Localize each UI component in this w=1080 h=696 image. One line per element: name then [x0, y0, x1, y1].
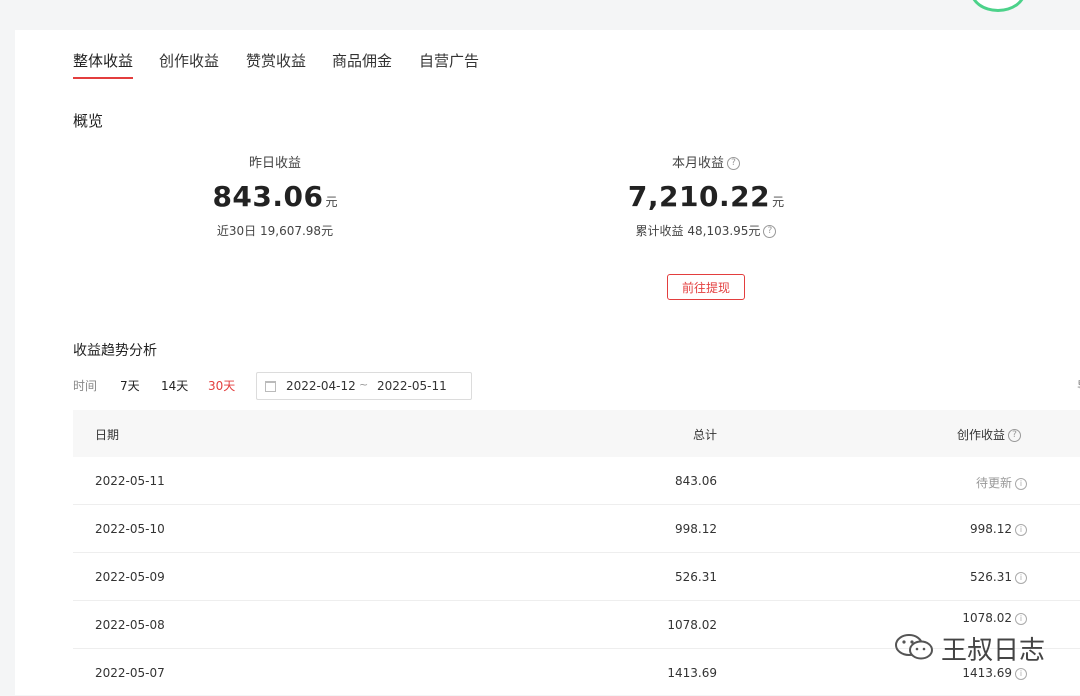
- row-creation-cell: 待更新 i: [933, 474, 1027, 491]
- top-strip: [0, 0, 1080, 10]
- tab-tips-earnings[interactable]: 赞赏收益: [246, 50, 306, 71]
- date-separator: ~: [359, 378, 369, 391]
- wechat-icon: [895, 634, 933, 660]
- month-value-row: 7,210.22 元: [596, 180, 816, 213]
- avatar[interactable]: [970, 0, 1026, 12]
- table-row: 2022-05-09 526.31 526.31 i: [73, 553, 1080, 601]
- tab-creation-earnings[interactable]: 创作收益: [159, 50, 219, 71]
- row-creation: 998.12: [970, 522, 1012, 536]
- tab-self-ads[interactable]: 自营广告: [419, 50, 479, 71]
- watermark-text: 王叔日志: [941, 636, 1046, 666]
- row-date: 2022-05-07: [95, 666, 165, 680]
- help-icon[interactable]: ?: [1008, 429, 1022, 442]
- row-total: 1078.02: [667, 618, 717, 632]
- cumulative-row: 累计收益 48,103.95元?: [596, 222, 816, 239]
- earnings-card: 整体收益 创作收益 赞赏收益 商品佣金 自营广告 概览 昨日收益 843.06 元…: [15, 30, 1080, 695]
- row-total: 843.06: [675, 474, 717, 488]
- yesterday-label: 昨日收益: [248, 156, 301, 171]
- row-date: 2022-05-11: [95, 474, 165, 488]
- cumulative-summary: 累计收益 48,103.95元: [635, 224, 761, 238]
- time-filter-label: 时间: [73, 379, 98, 393]
- row-creation-cell: 1413.69 i: [933, 666, 1027, 680]
- date-range-picker[interactable]: 2022-04-12 ~ 2022-05-11: [256, 372, 472, 400]
- tab-commission[interactable]: 商品佣金: [332, 50, 392, 71]
- row-creation: 526.31: [970, 570, 1012, 584]
- table-row: 2022-05-10 998.12 998.12 i: [73, 505, 1080, 553]
- info-icon[interactable]: i: [1015, 523, 1027, 536]
- row-total: 526.31: [675, 570, 717, 584]
- date-end[interactable]: 2022-05-11: [377, 379, 447, 393]
- month-label: 本月收益: [671, 156, 724, 171]
- table-row: 2022-05-11 843.06 待更新 i: [73, 457, 1080, 505]
- header-date: 日期: [95, 428, 120, 442]
- filter-14-days[interactable]: 14天: [161, 377, 188, 394]
- row-creation-cell: 998.12 i: [933, 522, 1027, 536]
- yesterday-value: 843.06: [212, 180, 324, 213]
- help-icon[interactable]: ?: [763, 225, 777, 238]
- header-creation: 创作收益: [957, 428, 1006, 442]
- info-icon[interactable]: i: [1015, 477, 1027, 490]
- overview-title: 概览: [73, 112, 104, 130]
- yesterday-unit: 元: [325, 195, 338, 209]
- row-creation: 1078.02: [962, 611, 1012, 625]
- date-start[interactable]: 2022-04-12: [286, 379, 356, 393]
- filter-30-days[interactable]: 30天: [208, 377, 235, 394]
- calendar-icon: [265, 381, 276, 392]
- month-value: 7,210.22: [627, 180, 771, 213]
- month-unit: 元: [772, 195, 785, 209]
- row-total: 1413.69: [667, 666, 717, 680]
- trend-title: 收益趋势分析: [73, 343, 157, 359]
- row-date: 2022-05-09: [95, 570, 165, 584]
- filter-7-days[interactable]: 7天: [120, 377, 140, 394]
- month-stat: 本月收益? 7,210.22 元 累计收益 48,103.95元?: [596, 152, 816, 239]
- month-label-row: 本月收益?: [596, 152, 816, 171]
- row-creation-cell: 526.31 i: [933, 570, 1027, 584]
- row-creation-cell: 1078.02 i: [933, 611, 1027, 625]
- last30-summary: 近30日 19,607.98元: [216, 224, 334, 238]
- row-creation: 1413.69: [962, 666, 1012, 680]
- row-date: 2022-05-10: [95, 522, 165, 536]
- header-total: 总计: [693, 428, 718, 442]
- withdraw-button[interactable]: 前往提现: [667, 274, 745, 300]
- info-icon[interactable]: i: [1015, 667, 1027, 680]
- table-header: 日期 总计 创作收益?: [73, 410, 1080, 457]
- tab-overall-earnings[interactable]: 整体收益: [73, 50, 134, 79]
- yesterday-value-row: 843.06 元: [175, 180, 375, 213]
- yesterday-stat: 昨日收益 843.06 元 近30日 19,607.98元: [175, 152, 375, 239]
- header-creation-row: 创作收益?: [957, 426, 1022, 443]
- row-creation: 待更新: [975, 476, 1012, 490]
- row-total: 998.12: [675, 522, 717, 536]
- info-icon[interactable]: i: [1015, 571, 1027, 584]
- row-date: 2022-05-08: [95, 618, 165, 632]
- info-icon[interactable]: i: [1015, 612, 1027, 625]
- help-icon[interactable]: ?: [727, 157, 740, 170]
